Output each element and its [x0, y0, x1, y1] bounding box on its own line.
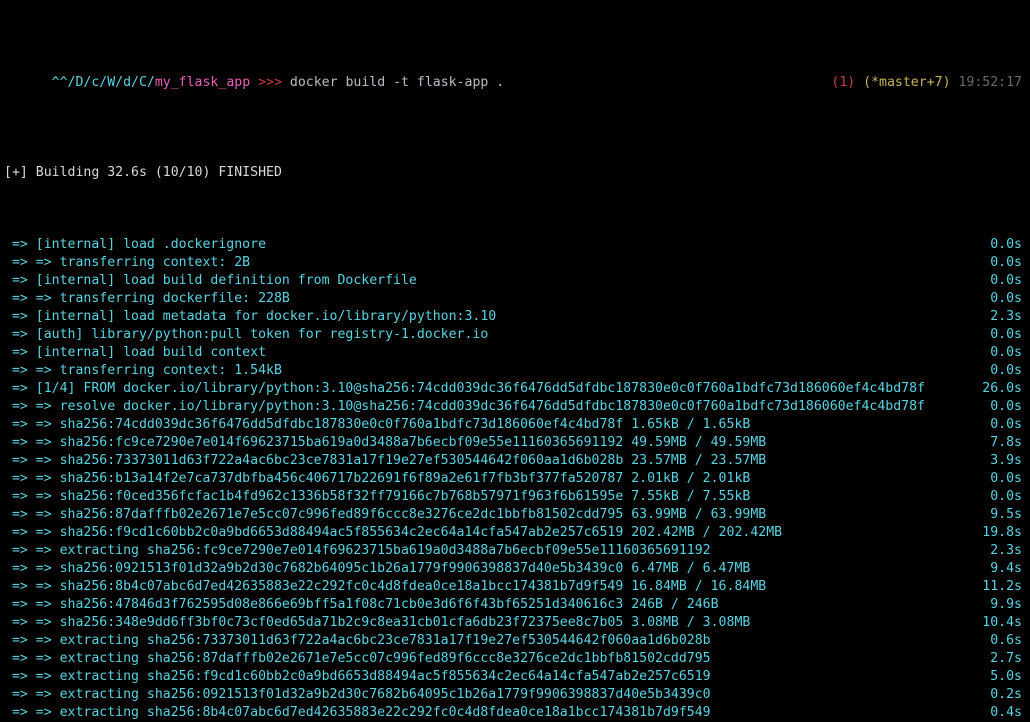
build-step-text: => => transferring context: 2B: [4, 254, 250, 272]
build-line: => => sha256:73373011d63f722a4ac6bc23ce7…: [4, 452, 1026, 470]
build-step-duration: 9.5s: [990, 506, 1026, 524]
prompt-line: ^^/D/c/W/d/C/my_flask_app >>> docker bui…: [4, 56, 1026, 110]
build-step-duration: 3.9s: [990, 452, 1026, 470]
build-line: => => sha256:fc9ce7290e7e014f69623715ba6…: [4, 434, 1026, 452]
build-step-duration: 2.7s: [990, 650, 1026, 668]
build-step-text: => => sha256:b13a14f2e7ca737dbfba456c406…: [4, 470, 750, 488]
build-line: => => extracting sha256:87dafffb02e2671e…: [4, 650, 1026, 668]
build-step-text: => => sha256:74cdd039dc36f6476dd5dfdbc18…: [4, 416, 750, 434]
build-line: => => transferring context: 2B 0.0s: [4, 254, 1026, 272]
prompt-arrows: >>>: [258, 75, 282, 90]
build-step-text: => => extracting sha256:f9cd1c60bb2c0a9b…: [4, 668, 711, 686]
build-step-duration: 0.0s: [990, 290, 1026, 308]
build-step-duration: 10.4s: [982, 614, 1026, 632]
build-step-duration: 0.0s: [990, 326, 1026, 344]
build-step-duration: 0.0s: [990, 398, 1026, 416]
build-step-duration: 7.8s: [990, 434, 1026, 452]
build-line: => => sha256:8b4c07abc6d7ed42635883e22c2…: [4, 578, 1026, 596]
build-step-text: => => extracting sha256:73373011d63f722a…: [4, 632, 711, 650]
status-count: (1): [831, 75, 855, 90]
clock-time: 19:52:17: [958, 75, 1022, 90]
build-step-text: => [internal] load build definition from…: [4, 272, 417, 290]
build-step-text: => [1/4] FROM docker.io/library/python:3…: [4, 380, 925, 398]
current-dir: my_flask_app: [155, 75, 250, 90]
build-line: => => sha256:47846d3f762595d08e866e69bff…: [4, 596, 1026, 614]
build-line: => => sha256:87dafffb02e2671e7e5cc07c996…: [4, 506, 1026, 524]
build-step-text: => => extracting sha256:8b4c07abc6d7ed42…: [4, 704, 711, 722]
build-step-duration: 0.0s: [990, 470, 1026, 488]
build-line: => [internal] load .dockerignore 0.0s: [4, 236, 1026, 254]
build-header: [+] Building 32.6s (10/10) FINISHED: [4, 164, 1026, 182]
build-step-duration: 0.0s: [990, 488, 1026, 506]
terminal[interactable]: ^^/D/c/W/d/C/my_flask_app >>> docker bui…: [0, 0, 1030, 722]
build-line: => [internal] load metadata for docker.i…: [4, 308, 1026, 326]
build-step-duration: 0.0s: [990, 254, 1026, 272]
build-step-text: => [internal] load .dockerignore: [4, 236, 266, 254]
build-step-duration: 26.0s: [982, 380, 1026, 398]
build-step-text: => => sha256:0921513f01d32a9b2d30c7682b6…: [4, 560, 750, 578]
build-step-text: => => sha256:f9cd1c60bb2c0a9bd6653d88494…: [4, 524, 782, 542]
build-step-text: => => sha256:fc9ce7290e7e014f69623715ba6…: [4, 434, 766, 452]
build-line: => => extracting sha256:73373011d63f722a…: [4, 632, 1026, 650]
path-prefix: ^^/D/c/W/d/C/: [52, 75, 155, 90]
build-step-text: => => sha256:f0ced356fcfac1b4fd962c1336b…: [4, 488, 750, 506]
build-step-duration: 0.0s: [990, 344, 1026, 362]
build-step-duration: 0.0s: [990, 272, 1026, 290]
build-line: => [internal] load build context 0.0s: [4, 344, 1026, 362]
build-step-duration: 5.0s: [990, 668, 1026, 686]
build-step-duration: 0.0s: [990, 236, 1026, 254]
build-line: => => extracting sha256:f9cd1c60bb2c0a9b…: [4, 668, 1026, 686]
build-step-duration: 19.8s: [982, 524, 1026, 542]
build-step-duration: 2.3s: [990, 542, 1026, 560]
build-step-text: => => extracting sha256:0921513f01d32a9b…: [4, 686, 711, 704]
build-line: => [auth] library/python:pull token for …: [4, 326, 1026, 344]
build-step-duration: 0.0s: [990, 416, 1026, 434]
build-step-text: => [internal] load metadata for docker.i…: [4, 308, 496, 326]
build-line: => => sha256:74cdd039dc36f6476dd5dfdbc18…: [4, 416, 1026, 434]
build-step-text: => => resolve docker.io/library/python:3…: [4, 398, 925, 416]
build-step-text: => => transferring context: 1.54kB: [4, 362, 282, 380]
build-line: => => sha256:348e9dd6ff3bf0c73cf0ed65da7…: [4, 614, 1026, 632]
build-step-text: => => extracting sha256:87dafffb02e2671e…: [4, 650, 711, 668]
git-branch: (*master+7): [863, 75, 950, 90]
build-line: => => resolve docker.io/library/python:3…: [4, 398, 1026, 416]
build-step-duration: 0.0s: [990, 362, 1026, 380]
build-line: => => transferring dockerfile: 228B 0.0s: [4, 290, 1026, 308]
build-line: => => extracting sha256:8b4c07abc6d7ed42…: [4, 704, 1026, 722]
build-step-text: => [internal] load build context: [4, 344, 266, 362]
build-step-text: => => extracting sha256:fc9ce7290e7e014f…: [4, 542, 711, 560]
build-line: => => sha256:f9cd1c60bb2c0a9bd6653d88494…: [4, 524, 1026, 542]
build-line: => => sha256:0921513f01d32a9b2d30c7682b6…: [4, 560, 1026, 578]
build-step-duration: 0.6s: [990, 632, 1026, 650]
build-step-text: => => sha256:8b4c07abc6d7ed42635883e22c2…: [4, 578, 766, 596]
build-step-text: => => sha256:87dafffb02e2671e7e5cc07c996…: [4, 506, 766, 524]
build-step-duration: 0.4s: [990, 704, 1026, 722]
build-line: => => transferring context: 1.54kB 0.0s: [4, 362, 1026, 380]
build-line: => [internal] load build definition from…: [4, 272, 1026, 290]
build-step-duration: 2.3s: [990, 308, 1026, 326]
build-step-text: => => sha256:73373011d63f722a4ac6bc23ce7…: [4, 452, 766, 470]
build-step-text: => => sha256:348e9dd6ff3bf0c73cf0ed65da7…: [4, 614, 750, 632]
build-step-text: => => sha256:47846d3f762595d08e866e69bff…: [4, 596, 719, 614]
build-line: => [1/4] FROM docker.io/library/python:3…: [4, 380, 1026, 398]
build-step-duration: 9.4s: [990, 560, 1026, 578]
build-step-duration: 11.2s: [982, 578, 1026, 596]
build-step-duration: 0.2s: [990, 686, 1026, 704]
build-line: => => sha256:b13a14f2e7ca737dbfba456c406…: [4, 470, 1026, 488]
build-step-duration: 9.9s: [990, 596, 1026, 614]
build-line: => => extracting sha256:fc9ce7290e7e014f…: [4, 542, 1026, 560]
build-step-text: => => transferring dockerfile: 228B: [4, 290, 290, 308]
build-line: => => sha256:f0ced356fcfac1b4fd962c1336b…: [4, 488, 1026, 506]
build-step-text: => [auth] library/python:pull token for …: [4, 326, 488, 344]
command-text: docker build -t flask-app .: [290, 75, 504, 90]
build-line: => => extracting sha256:0921513f01d32a9b…: [4, 686, 1026, 704]
build-output: => [internal] load .dockerignore 0.0s => …: [4, 236, 1026, 722]
